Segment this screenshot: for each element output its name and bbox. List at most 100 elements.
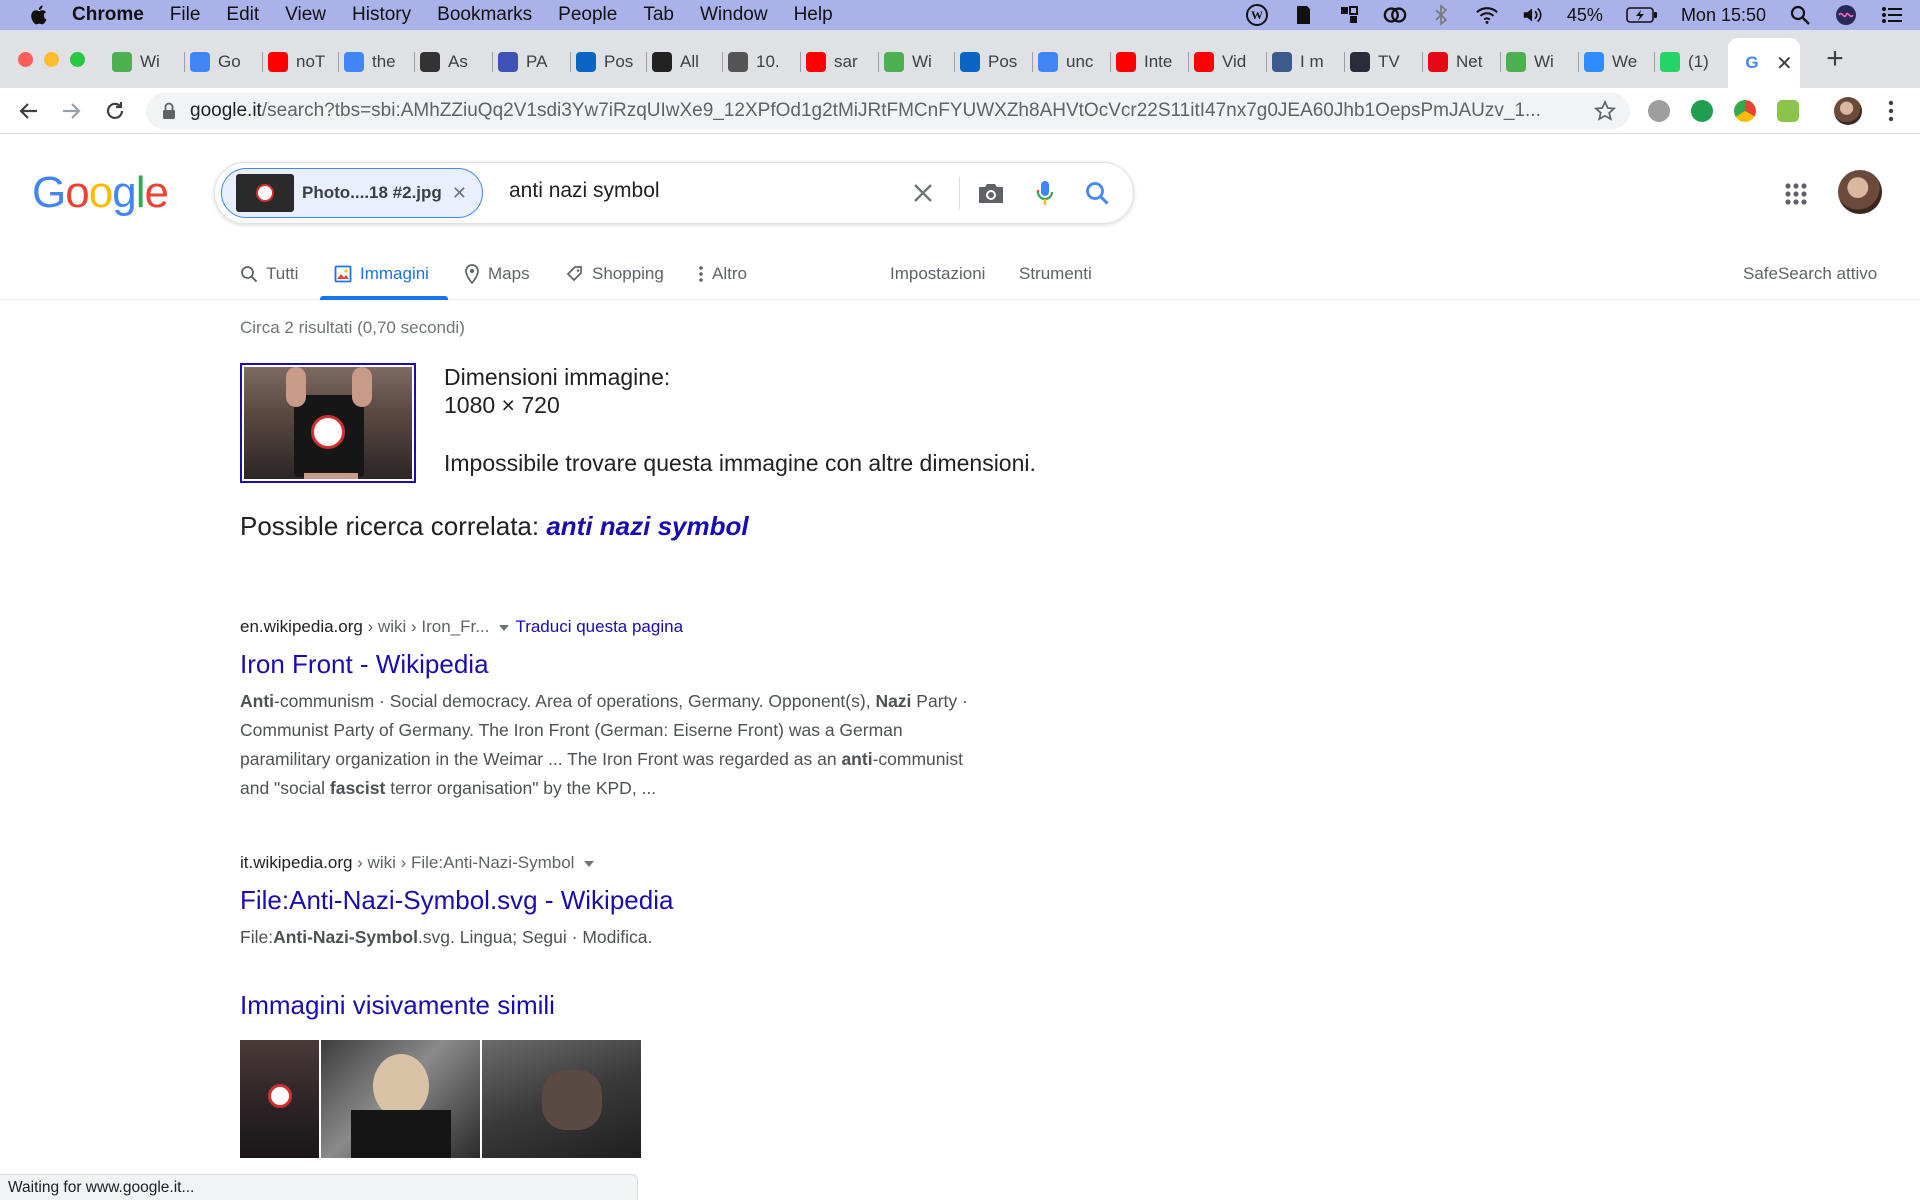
extension-gray-icon[interactable] <box>1648 100 1670 122</box>
result-1-domain[interactable]: en.wikipedia.org <box>240 617 363 636</box>
back-button[interactable] <box>14 96 44 126</box>
similar-image-3[interactable] <box>482 1040 641 1158</box>
remove-image-icon[interactable]: ✕ <box>452 183 467 204</box>
menu-bookmarks[interactable]: Bookmarks <box>437 4 532 26</box>
wordpress-status-icon[interactable]: W <box>1245 3 1269 27</box>
tab-immagini[interactable]: Immagini <box>334 260 429 288</box>
search-small-icon <box>241 266 258 283</box>
tab-tutti[interactable]: Tutti <box>240 260 298 288</box>
browser-tab[interactable]: Wi <box>1506 48 1572 76</box>
browser-tab[interactable]: As <box>420 48 486 76</box>
search-image-chip[interactable]: Photo....18 #2.jpg ✕ <box>221 168 483 218</box>
browser-tab[interactable]: unc <box>1038 48 1104 76</box>
minimize-window-button[interactable] <box>44 52 59 67</box>
tab-strumenti[interactable]: Strumenti <box>1019 260 1092 288</box>
tab-altro[interactable]: Altro <box>698 260 747 288</box>
query-image[interactable] <box>240 363 416 483</box>
browser-tab[interactable]: Go <box>190 48 256 76</box>
volume-icon[interactable] <box>1521 3 1545 27</box>
browser-tab[interactable]: Inte <box>1116 48 1182 76</box>
browser-tab[interactable]: Vid <box>1194 48 1260 76</box>
extension-green-icon[interactable] <box>1691 100 1713 122</box>
browser-tab[interactable]: TV <box>1350 48 1416 76</box>
camera-search-icon[interactable] <box>975 177 1007 209</box>
wifi-icon[interactable] <box>1475 3 1499 27</box>
account-avatar[interactable] <box>1838 170 1882 214</box>
menu-clock[interactable]: Mon 15:50 <box>1681 5 1766 26</box>
browser-tab[interactable]: Wi <box>884 48 950 76</box>
evernote-status-icon[interactable] <box>1291 3 1315 27</box>
menu-window[interactable]: Window <box>700 4 768 26</box>
browser-tab[interactable]: I m <box>1272 48 1338 76</box>
browser-tab[interactable]: Net <box>1428 48 1494 76</box>
tab-separator <box>800 52 801 72</box>
menu-file[interactable]: File <box>170 4 201 26</box>
similar-images-title[interactable]: Immagini visivamente simili <box>240 990 555 1021</box>
related-search-link[interactable]: anti nazi symbol <box>546 511 748 541</box>
snippet-emphasis: Anti-Nazi-Symbol <box>273 927 418 947</box>
maximize-window-button[interactable] <box>70 52 85 67</box>
safesearch-status[interactable]: SafeSearch attivo <box>1743 260 1877 288</box>
notification-center-icon[interactable] <box>1880 3 1904 27</box>
tab-shopping[interactable]: Shopping <box>566 260 664 288</box>
browser-tab[interactable]: 10. <box>728 48 794 76</box>
similar-image-1[interactable] <box>240 1040 319 1158</box>
menu-app-name[interactable]: Chrome <box>72 4 144 26</box>
siri-icon[interactable] <box>1834 3 1858 27</box>
result-1-title[interactable]: Iron Front - Wikipedia <box>240 649 489 680</box>
extension-chrome-icon[interactable] <box>1734 100 1756 122</box>
search-input[interactable]: anti nazi symbol <box>509 179 660 203</box>
browser-tab[interactable]: sar <box>806 48 872 76</box>
menu-history[interactable]: History <box>352 4 411 26</box>
browser-tab[interactable]: (1) <box>1660 48 1726 76</box>
spotlight-search-icon[interactable] <box>1788 3 1812 27</box>
tab-active-google[interactable]: G ✕ <box>1728 38 1800 88</box>
menu-tab[interactable]: Tab <box>643 4 674 26</box>
profile-avatar-toolbar[interactable] <box>1834 97 1862 125</box>
search-box: Photo....18 #2.jpg ✕ anti nazi symbol <box>214 162 1134 224</box>
google-apps-icon[interactable] <box>1784 182 1808 206</box>
battery-icon[interactable] <box>1625 3 1659 27</box>
result-1-translate-link[interactable]: Traduci questa pagina <box>515 617 683 636</box>
browser-tab[interactable]: All <box>652 48 718 76</box>
browser-tab[interactable]: PA <box>498 48 564 76</box>
extension-puzzle-icon[interactable] <box>1777 100 1799 122</box>
browser-tab[interactable]: the <box>344 48 410 76</box>
browser-tab[interactable]: We <box>1584 48 1650 76</box>
creative-cloud-icon[interactable] <box>1383 3 1407 27</box>
menu-view[interactable]: View <box>285 4 326 26</box>
forward-button[interactable] <box>56 96 86 126</box>
google-logo[interactable]: Google <box>32 168 169 218</box>
result-2-menu-icon[interactable] <box>584 860 595 867</box>
lock-icon[interactable] <box>162 102 176 120</box>
reload-button[interactable] <box>100 96 130 126</box>
similar-image-2[interactable] <box>321 1040 480 1158</box>
close-window-button[interactable] <box>18 52 33 67</box>
menu-edit[interactable]: Edit <box>226 4 259 26</box>
clear-search-icon[interactable] <box>907 177 939 209</box>
google-icon <box>1038 52 1058 72</box>
apple-icon[interactable] <box>28 4 48 26</box>
voice-search-icon[interactable] <box>1029 177 1061 209</box>
bluetooth-icon[interactable] <box>1429 3 1453 27</box>
result-2-domain[interactable]: it.wikipedia.org <box>240 853 352 872</box>
new-tab-button[interactable]: + <box>1820 44 1850 75</box>
browser-tab[interactable]: Pos <box>576 48 642 76</box>
result-1-menu-icon[interactable] <box>499 624 510 631</box>
address-bar[interactable]: google.it/search?tbs=sbi:AMhZZiuQq2V1sdi… <box>146 93 1630 129</box>
close-tab-icon[interactable]: ✕ <box>1776 51 1793 76</box>
browser-tab[interactable]: Wi <box>112 48 178 76</box>
chrome-menu-icon[interactable] <box>1888 100 1894 122</box>
toolbox-status-icon[interactable] <box>1337 3 1361 27</box>
battery-percent[interactable]: 45% <box>1567 5 1603 26</box>
browser-tab[interactable]: noT <box>268 48 334 76</box>
menu-people[interactable]: People <box>558 4 617 26</box>
url-text[interactable]: google.it/search?tbs=sbi:AMhZZiuQq2V1sdi… <box>190 100 1575 122</box>
tab-maps[interactable]: Maps <box>464 260 530 288</box>
bookmark-star-icon[interactable] <box>1594 100 1616 122</box>
result-2-title[interactable]: File:Anti-Nazi-Symbol.svg - Wikipedia <box>240 885 673 916</box>
browser-tab[interactable]: Pos <box>960 48 1026 76</box>
menu-help[interactable]: Help <box>794 4 833 26</box>
tab-impostazioni[interactable]: Impostazioni <box>890 260 985 288</box>
search-submit-icon[interactable] <box>1081 177 1113 209</box>
